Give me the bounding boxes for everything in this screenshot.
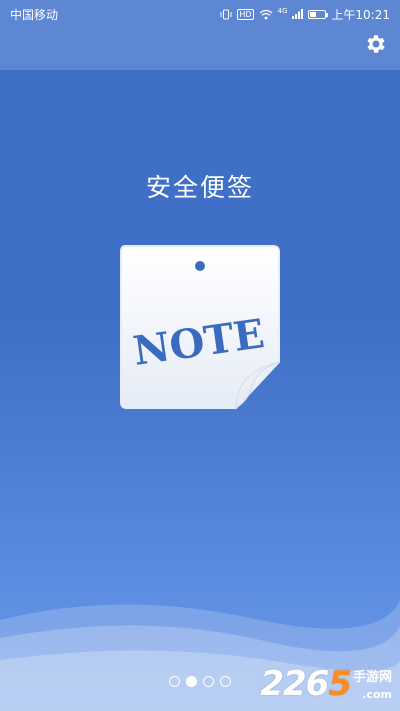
gear-icon [367,35,385,53]
page-dot[interactable] [203,676,214,687]
watermark-logo: 2265 手游网 .com [260,666,392,701]
settings-button[interactable] [362,30,390,58]
splash-screen: 中国移动 HD 4G 上午10:21 安全便签 NOTE 2265 手游网 .c… [0,0,400,711]
network-type-label: 4G [277,6,288,15]
page-dot[interactable] [169,676,180,687]
signal-icon [292,9,304,19]
clock-label: 上午10:21 [331,7,390,22]
battery-icon [308,9,329,19]
note-logo-icon: NOTE [120,245,280,409]
app-title: 安全便签 [145,173,254,202]
note-logo: NOTE [119,244,281,410]
wifi-icon [259,9,272,19]
page-dot[interactable] [220,676,231,687]
watermark-domain: .com [362,688,392,701]
status-bar: 中国移动 HD 4G 上午10:21 [0,0,400,28]
page-dot-active[interactable] [186,676,197,687]
vibrate-icon [220,9,232,19]
hd-badge: HD [237,8,254,20]
status-icons: HD 4G 上午10:21 [220,6,390,23]
watermark-site-name: 手游网 [352,670,392,685]
watermark-number: 2265 [260,664,352,704]
battery-level [310,11,317,17]
carrier-label: 中国移动 [10,7,59,22]
